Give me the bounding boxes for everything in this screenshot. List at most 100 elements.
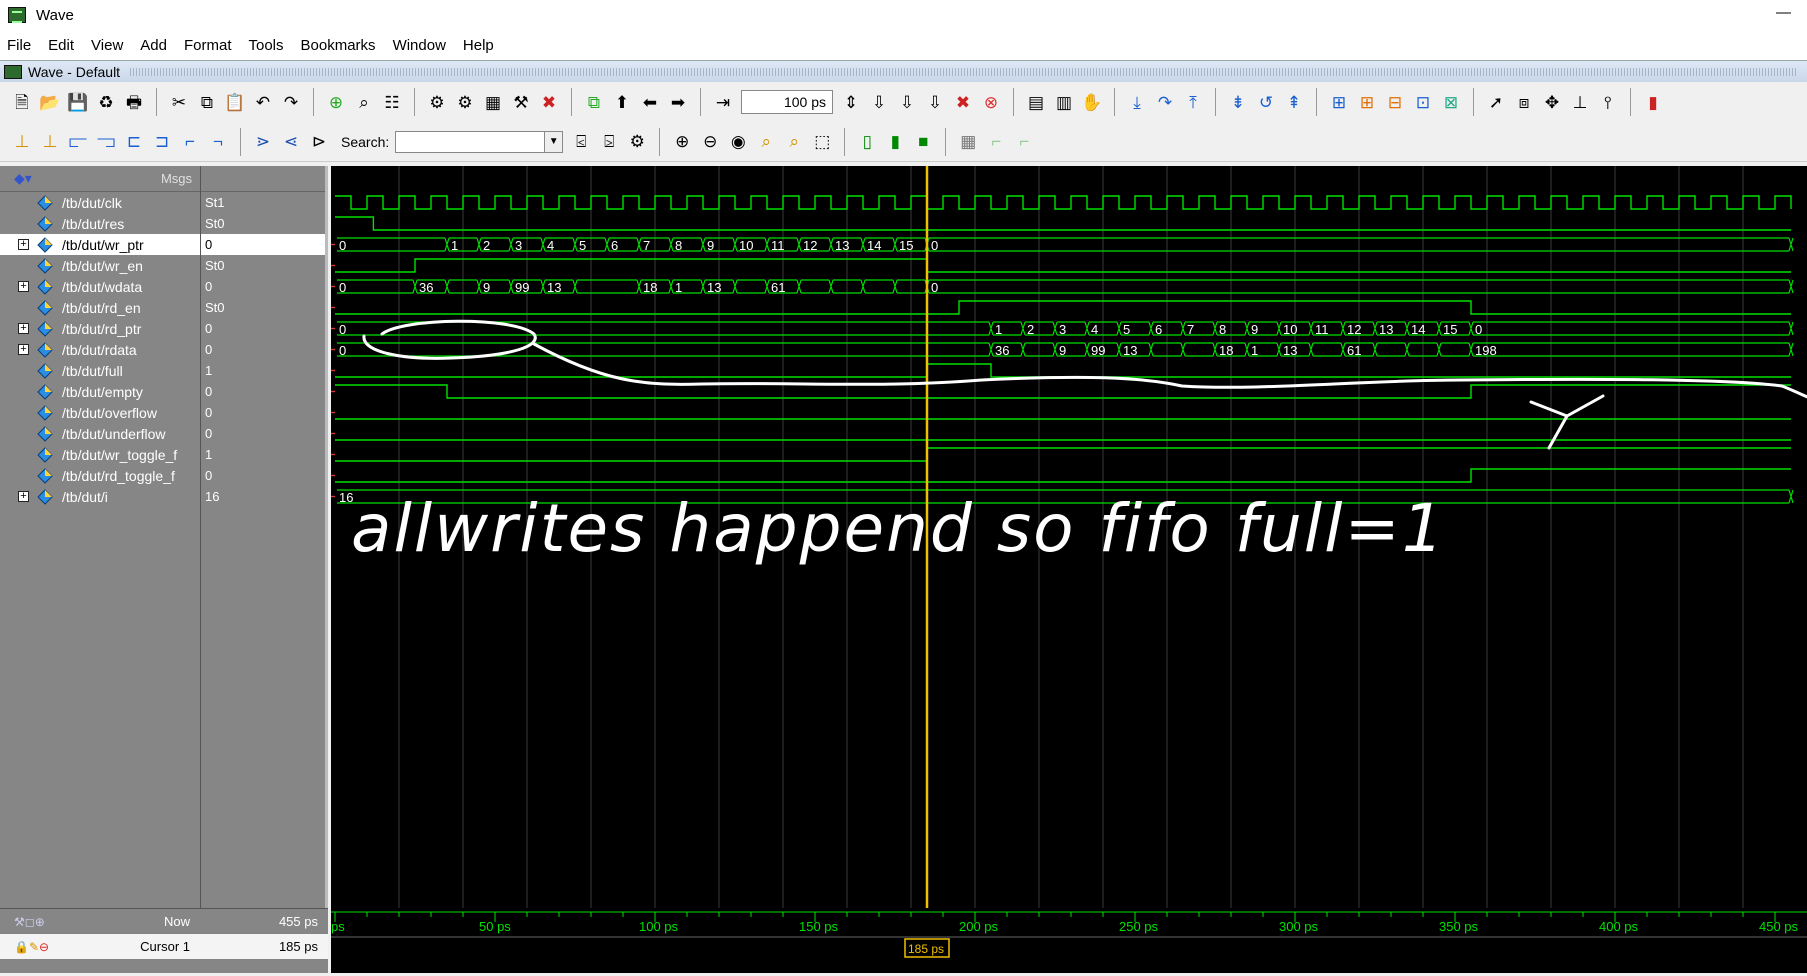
wave-style-1-icon[interactable]: ▯ xyxy=(856,131,878,153)
zoom-out-icon[interactable]: ⊖ xyxy=(699,131,721,153)
signal-row[interactable]: /tb/dut/clk xyxy=(0,192,200,213)
search-options-icon[interactable]: ⚙ xyxy=(626,131,648,153)
window-layout-icon[interactable]: ⧉ xyxy=(583,91,605,113)
signal-name[interactable]: /tb/dut/clk xyxy=(62,195,122,211)
dim-wave-1-icon[interactable]: ▦ xyxy=(957,131,979,153)
prev-edge-icon[interactable]: ⫍ xyxy=(67,131,89,153)
cursor-icons[interactable]: 🔒✎⊖ xyxy=(14,940,49,954)
signal-row[interactable]: /tb/dut/underflow xyxy=(0,423,200,444)
signal-row[interactable]: /tb/dut/wr_toggle_f xyxy=(0,444,200,465)
search-prev-icon[interactable]: ⍃ xyxy=(570,131,592,153)
print-icon[interactable]: 🖶 xyxy=(123,91,145,113)
copy-icon[interactable]: ⧉ xyxy=(196,91,218,113)
cursor-remove-icon[interactable]: ⊥ xyxy=(39,131,61,153)
menu-window[interactable]: Window xyxy=(393,37,446,54)
compile-icon[interactable]: ⚙ xyxy=(426,91,448,113)
forward-arrow-icon[interactable]: ➡ xyxy=(667,91,689,113)
signal-row[interactable]: + /tb/dut/rdata xyxy=(0,339,200,360)
pan-mode-icon[interactable]: ✥ xyxy=(1541,91,1563,113)
traffic-light-icon[interactable]: ▮ xyxy=(1642,91,1664,113)
signal-row[interactable]: /tb/dut/wr_en xyxy=(0,255,200,276)
wave-divider-icon[interactable]: ⊟ xyxy=(1384,91,1406,113)
menu-bookmarks[interactable]: Bookmarks xyxy=(301,37,376,54)
cursor-value[interactable]: 185 ps xyxy=(279,939,318,954)
wave-group-icon[interactable]: ⊞ xyxy=(1356,91,1378,113)
expand-icon[interactable]: + xyxy=(18,344,29,355)
waveform-canvas[interactable]: 0 1 2 3 4 5 6 7 8 9 10 11 12 13 14 15 00 36 9 99 13 18 1 13 61 00… xyxy=(331,166,1807,973)
break-icon[interactable]: ⚒ xyxy=(510,91,532,113)
simulate-icon[interactable]: ▦ xyxy=(482,91,504,113)
signal-name[interactable]: /tb/dut/underflow xyxy=(62,426,166,442)
new-file-icon[interactable]: 🗎 xyxy=(11,91,33,113)
next-falling-icon[interactable]: ¬ xyxy=(207,131,229,153)
signal-name[interactable]: /tb/dut/wr_ptr xyxy=(62,237,144,253)
signal-name[interactable]: /tb/dut/rdata xyxy=(62,342,137,358)
run-length-spinner-icon[interactable]: ⇕ xyxy=(840,91,862,113)
signal-name[interactable]: /tb/dut/rd_toggle_f xyxy=(62,468,175,484)
wave-add-icon[interactable]: ⊞ xyxy=(1328,91,1350,113)
signal-row[interactable]: /tb/dut/rd_toggle_f xyxy=(0,465,200,486)
menu-file[interactable]: File xyxy=(7,37,31,54)
step-out-icon[interactable]: ⤒ xyxy=(1182,91,1204,113)
signal-row[interactable]: + /tb/dut/i xyxy=(0,486,200,507)
signal-row[interactable]: /tb/dut/overflow xyxy=(0,402,200,423)
zoom-range-icon[interactable]: ⬚ xyxy=(811,131,833,153)
edit-mode-icon[interactable]: ⊥ xyxy=(1569,91,1591,113)
back-arrow-icon[interactable]: ⬅ xyxy=(639,91,661,113)
prev-falling-icon[interactable]: ⌐ xyxy=(179,131,201,153)
signal-row[interactable]: /tb/dut/res xyxy=(0,213,200,234)
wave-style-2-icon[interactable]: ▮ xyxy=(884,131,906,153)
signal-row[interactable]: + /tb/dut/wdata xyxy=(0,276,200,297)
dim-wave-3-icon[interactable]: ⌐ xyxy=(1013,131,1035,153)
wave-style-3-icon[interactable]: ■ xyxy=(912,131,934,153)
zoom-in-icon[interactable]: ⊕ xyxy=(671,131,693,153)
menu-help[interactable]: Help xyxy=(463,37,494,54)
waveform-pane[interactable]: 0 1 2 3 4 5 6 7 8 9 10 11 12 13 14 15 0 0 36 9 99 13 18 1 13 61 0 0… xyxy=(331,166,1807,973)
signal-name[interactable]: /tb/dut/i xyxy=(62,489,108,505)
menu-tools[interactable]: Tools xyxy=(249,37,284,54)
signal-name[interactable]: /tb/dut/full xyxy=(62,363,123,379)
menu-add[interactable]: Add xyxy=(140,37,167,54)
signal-row[interactable]: /tb/dut/empty xyxy=(0,381,200,402)
select-pointer-icon[interactable]: ➚ xyxy=(1485,91,1507,113)
expand-icon[interactable]: + xyxy=(18,491,29,502)
reload-icon[interactable]: ♻ xyxy=(95,91,117,113)
step-into-icon[interactable]: ⤓ xyxy=(1126,91,1148,113)
zoom-between-cursors-icon[interactable]: ⌕ xyxy=(783,131,805,153)
wave-format-icon[interactable]: ⊠ xyxy=(1440,91,1462,113)
search-input[interactable] xyxy=(395,130,546,153)
expand-all-icon[interactable]: ⋗ xyxy=(252,131,274,153)
menu-edit[interactable]: Edit xyxy=(48,37,74,54)
cursor-add-icon[interactable]: ⊥ xyxy=(11,131,33,153)
expand-icon[interactable]: + xyxy=(18,323,29,334)
step-over-icon[interactable]: ↷ xyxy=(1154,91,1176,113)
signal-name[interactable]: /tb/dut/wr_en xyxy=(62,258,143,274)
signal-row[interactable]: + /tb/dut/rd_ptr xyxy=(0,318,200,339)
cursor-row[interactable]: 🔒✎⊖ Cursor 1 185 ps xyxy=(0,934,328,959)
cursor-mode-icon[interactable]: ⫯ xyxy=(1597,91,1619,113)
expand-icon[interactable]: + xyxy=(18,281,29,292)
stop-icon[interactable]: ✖ xyxy=(538,91,560,113)
wave-toggle-icon[interactable]: ◆▾ xyxy=(14,170,32,187)
expand-icon[interactable]: + xyxy=(18,239,29,250)
signal-name[interactable]: /tb/dut/rd_ptr xyxy=(62,321,141,337)
menu-format[interactable]: Format xyxy=(184,37,232,54)
save-icon[interactable]: 💾 xyxy=(67,91,89,113)
stop-sim-icon[interactable]: ⊗ xyxy=(980,91,1002,113)
signal-row[interactable]: /tb/dut/rd_en xyxy=(0,297,200,318)
hierarchy-icon[interactable]: ☷ xyxy=(381,91,403,113)
signal-name[interactable]: /tb/dut/overflow xyxy=(62,405,157,421)
search-next-icon[interactable]: ⍄ xyxy=(598,131,620,153)
signal-name[interactable]: /tb/dut/rd_en xyxy=(62,300,141,316)
memory-icon[interactable]: ▥ xyxy=(1053,91,1075,113)
open-folder-icon[interactable]: 📂 xyxy=(39,91,61,113)
run-length-input[interactable]: 100 ps xyxy=(741,90,833,114)
signal-row[interactable]: /tb/dut/full xyxy=(0,360,200,381)
next-edge-icon[interactable]: ⫎ xyxy=(95,131,117,153)
search-dropdown-icon[interactable]: ▼ xyxy=(545,130,564,153)
next-transition-icon[interactable]: ⊐ xyxy=(151,131,173,153)
minimize-button[interactable]: — xyxy=(1776,4,1791,21)
panel-grip[interactable] xyxy=(130,67,1797,76)
collapse-all-icon[interactable]: ⋖ xyxy=(280,131,302,153)
hand-icon[interactable]: ✋ xyxy=(1081,91,1103,113)
